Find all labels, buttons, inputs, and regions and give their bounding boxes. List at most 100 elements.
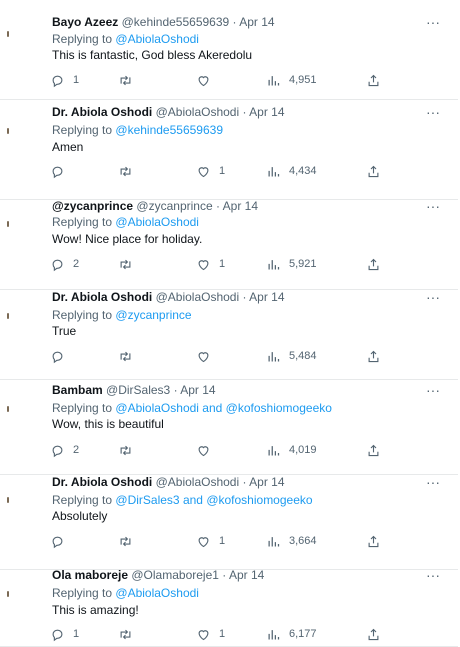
views-button[interactable]: 4,434	[266, 163, 317, 179]
heart-icon	[196, 534, 211, 549]
more-icon[interactable]: ···	[426, 568, 440, 582]
more-icon[interactable]: ···	[426, 199, 440, 213]
reply-button[interactable]	[50, 533, 73, 549]
tweet-actions: 1 3,664	[50, 533, 390, 549]
more-icon[interactable]: ···	[426, 475, 440, 489]
tweet-text: True	[52, 324, 77, 338]
separator-dot: ·	[239, 475, 250, 489]
like-button[interactable]: 1	[196, 626, 225, 642]
share-button[interactable]	[366, 533, 381, 549]
views-button[interactable]: 5,921	[266, 256, 317, 272]
views-icon	[266, 443, 281, 458]
tweet-date[interactable]: Apr 14	[229, 568, 264, 582]
author-handle[interactable]: @Olamaboreje1	[131, 568, 219, 582]
share-button[interactable]	[366, 256, 381, 272]
author-name[interactable]: @zycanprince	[52, 199, 133, 213]
tweet-actions: 2 1 5,921	[50, 256, 390, 272]
tweet-date[interactable]: Apr 14	[180, 383, 215, 397]
tweet-header: Bayo Azeez @kehinde55659639 · Apr 14	[52, 14, 275, 30]
mention-link[interactable]: @AbiolaOshodi	[115, 586, 199, 600]
views-count: 5,921	[289, 258, 317, 270]
replies-count: 2	[73, 444, 80, 456]
retweet-button[interactable]	[118, 72, 141, 88]
share-button[interactable]	[366, 348, 381, 364]
like-button[interactable]	[196, 348, 219, 364]
more-icon[interactable]: ···	[426, 383, 440, 397]
mention-link[interactable]: @kehinde55659639	[115, 123, 223, 137]
separator-dot: ·	[212, 199, 223, 213]
reply-button[interactable]: 1	[50, 626, 79, 642]
retweet-button[interactable]	[118, 442, 141, 458]
author-handle[interactable]: @AbiolaOshodi	[156, 290, 240, 304]
tweet-date[interactable]: Apr 14	[239, 15, 274, 29]
author-name[interactable]: Bambam	[52, 383, 103, 397]
author-handle[interactable]: @AbiolaOshodi	[156, 475, 240, 489]
views-icon	[266, 73, 281, 88]
reply-button[interactable]: 2	[50, 442, 79, 458]
mention-link[interactable]: @DirSales3	[115, 493, 179, 507]
avatar[interactable]	[6, 114, 42, 150]
avatar[interactable]	[6, 299, 42, 335]
reply-button[interactable]	[50, 163, 73, 179]
tweet-date[interactable]: Apr 14	[249, 290, 284, 304]
mention-link[interactable]: @AbiolaOshodi	[115, 401, 199, 415]
author-handle[interactable]: @DirSales3	[106, 383, 170, 397]
share-button[interactable]	[366, 163, 381, 179]
author-name[interactable]: Bayo Azeez	[52, 15, 118, 29]
more-icon[interactable]: ···	[426, 105, 440, 119]
retweet-button[interactable]	[118, 256, 141, 272]
retweet-icon	[118, 349, 133, 364]
author-handle[interactable]: @AbiolaOshodi	[156, 105, 240, 119]
reply-icon	[50, 349, 65, 364]
retweet-button[interactable]	[118, 533, 141, 549]
share-button[interactable]	[366, 626, 381, 642]
author-name[interactable]: Dr. Abiola Oshodi	[52, 475, 152, 489]
avatar[interactable]	[6, 17, 42, 53]
reply-button[interactable]: 1	[50, 72, 79, 88]
author-name[interactable]: Dr. Abiola Oshodi	[52, 105, 152, 119]
mention-link[interactable]: @kofoshiomogeeko	[226, 401, 332, 415]
views-icon	[266, 349, 281, 364]
avatar[interactable]	[6, 392, 42, 428]
views-button[interactable]: 3,664	[266, 533, 317, 549]
tweet-date[interactable]: Apr 14	[223, 199, 258, 213]
separator-dot: ·	[170, 383, 181, 397]
more-icon[interactable]: ···	[426, 15, 440, 29]
mention-link[interactable]: @zycanprince	[115, 308, 191, 322]
views-button[interactable]: 4,019	[266, 442, 317, 458]
reply-button[interactable]: 2	[50, 256, 79, 272]
share-button[interactable]	[366, 72, 381, 88]
avatar[interactable]	[6, 207, 42, 243]
like-button[interactable]: 1	[196, 533, 225, 549]
tweet-actions: 2 4,019	[50, 442, 390, 458]
share-button[interactable]	[366, 442, 381, 458]
avatar[interactable]	[6, 483, 42, 519]
retweet-button[interactable]	[118, 163, 141, 179]
like-button[interactable]	[196, 442, 219, 458]
like-button[interactable]: 1	[196, 256, 225, 272]
retweet-button[interactable]	[118, 626, 141, 642]
retweet-button[interactable]	[118, 348, 141, 364]
heart-icon	[196, 73, 211, 88]
reply-button[interactable]	[50, 348, 73, 364]
tweet-date[interactable]: Apr 14	[249, 105, 284, 119]
mention-link[interactable]: @kofoshiomogeeko	[206, 493, 312, 507]
author-handle[interactable]: @kehinde55659639	[122, 15, 230, 29]
like-button[interactable]	[196, 72, 219, 88]
mention-link[interactable]: @AbiolaOshodi	[115, 32, 199, 46]
views-button[interactable]: 5,484	[266, 348, 317, 364]
mention-link[interactable]: @AbiolaOshodi	[115, 215, 199, 229]
like-button[interactable]: 1	[196, 163, 225, 179]
author-name[interactable]: Ola maboreje	[52, 568, 128, 582]
retweet-icon	[118, 257, 133, 272]
avatar[interactable]	[6, 577, 42, 613]
views-icon	[266, 164, 281, 179]
author-name[interactable]: Dr. Abiola Oshodi	[52, 290, 152, 304]
more-icon[interactable]: ···	[426, 290, 440, 304]
tweet-text: Absolutely	[52, 509, 108, 523]
tweet-date[interactable]: Apr 14	[249, 475, 284, 489]
heart-icon	[196, 349, 211, 364]
author-handle[interactable]: @zycanprince	[136, 199, 212, 213]
views-button[interactable]: 4,951	[266, 72, 317, 88]
views-button[interactable]: 6,177	[266, 626, 317, 642]
